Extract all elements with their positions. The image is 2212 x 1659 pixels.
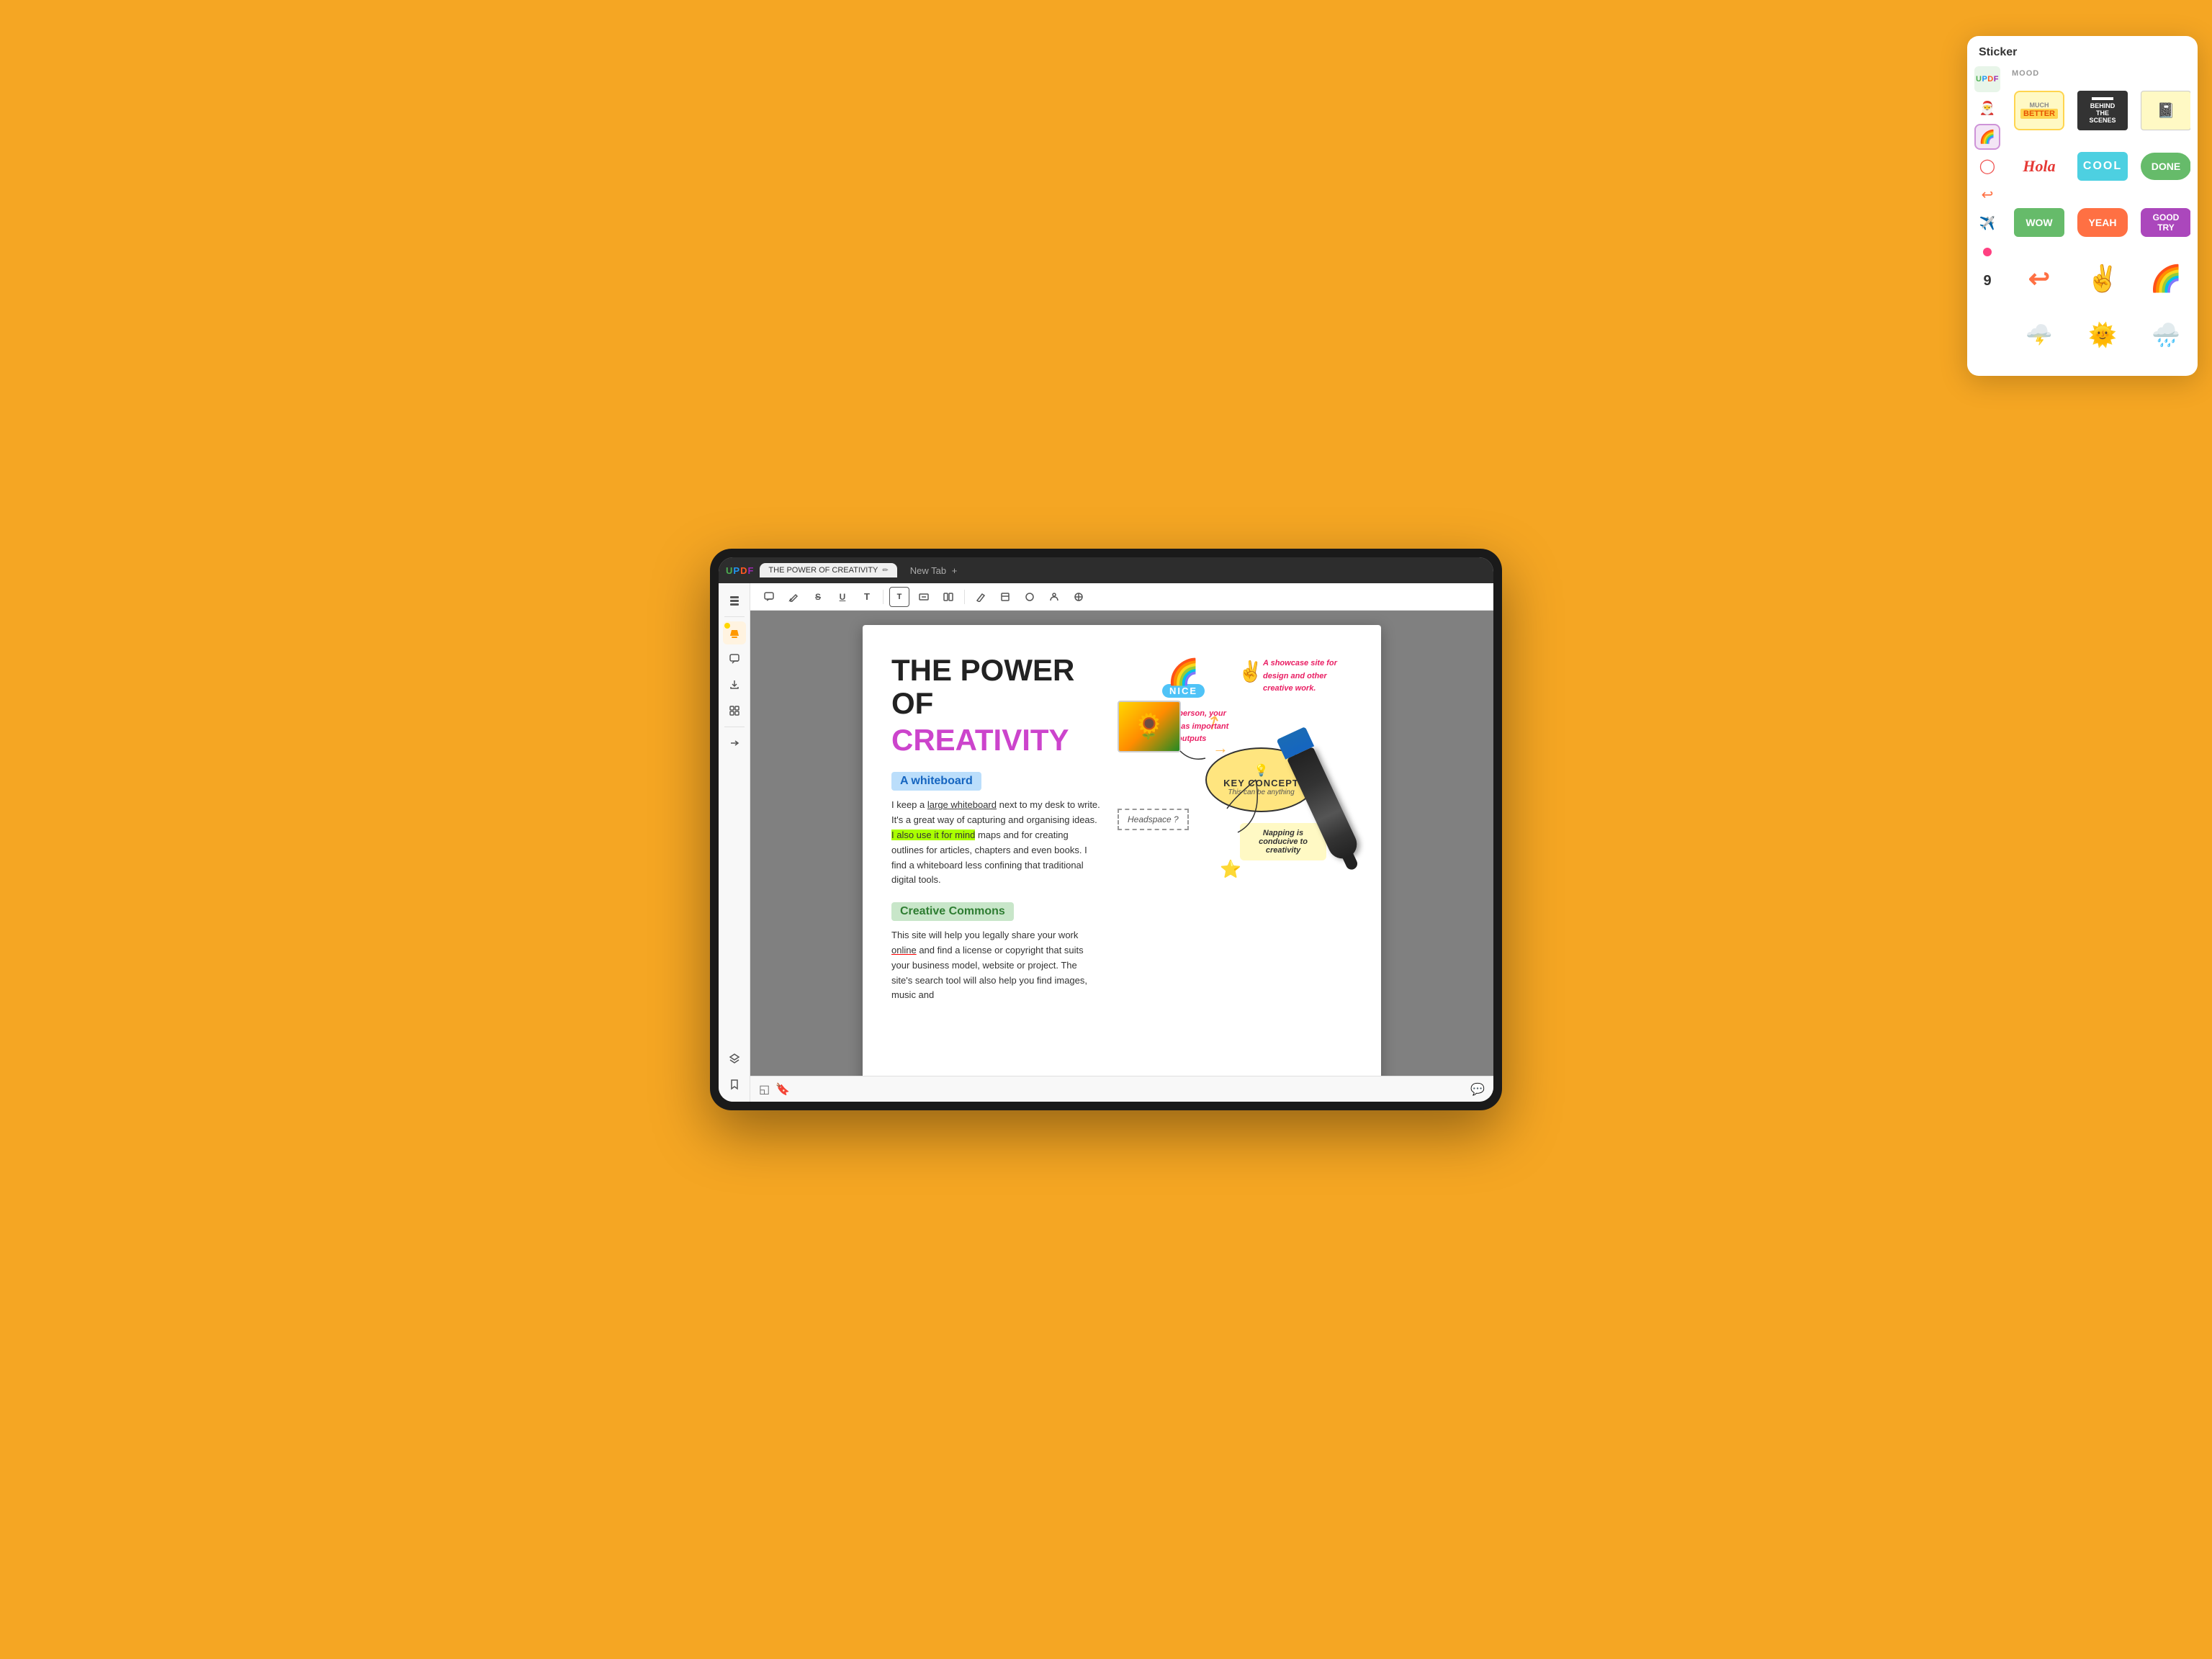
sticker-rainbow-big[interactable]: 🌈 [2137,253,2190,304]
napping-label: Napping is conducive to creativity [1259,829,1308,855]
content-area: S U T T [750,583,1493,1102]
tab-title: THE POWER OF CREATIVITY [768,566,878,575]
toolbar-columns-btn[interactable] [938,587,958,607]
key-concept-cloud: 💡 KEY CONCEPT This can be anything [1205,747,1317,812]
toolbar-person-btn[interactable] [1044,587,1064,607]
toolbar-separator-1 [883,590,884,604]
toolbar: S U T T [750,583,1493,611]
toolbar-markup-btn[interactable] [971,587,991,607]
sticker-cool[interactable]: COOL [2074,141,2131,192]
sticker-sidebar-updf[interactable]: UPDF [1974,66,2000,92]
app-logo: UPDF [726,565,754,576]
key-concept-title: KEY CONCEPT [1223,778,1299,788]
headspace-label: Headspace ? [1128,814,1179,824]
sidebar-item-export[interactable] [723,673,746,696]
section1-heading: A whiteboard [891,772,981,791]
sticker-sidebar-nine[interactable]: 9 [1974,268,2000,294]
peace-sticker: ✌️ [1238,660,1263,683]
sticker-category: MOOD [2006,66,2190,81]
sticker-sidebar-arrow[interactable]: ↩ [1974,181,2000,207]
toolbar-underline-btn[interactable]: U [832,587,853,607]
napping-box: Napping is conducive to creativity [1240,823,1326,860]
new-tab-button[interactable]: New Tab + [903,562,965,579]
toolbar-color-btn[interactable] [1069,587,1089,607]
sticker-sidebar-ring[interactable]: ◯ [1974,153,2000,179]
sidebar-item-layers[interactable] [723,1047,746,1070]
sidebar-item-pages[interactable] [723,589,746,612]
bottom-bar: ◱ 🔖 💬 [750,1076,1493,1102]
sticker-grid: MUCH BETTER BEHIND THE SCENES 📓 [2006,81,2190,369]
headspace-box: Headspace ? [1118,809,1189,830]
sticker-sidebar-dot[interactable] [1974,239,2000,265]
sticker-moon[interactable]: 🌙 [2074,366,2131,369]
pdf-title-line1: THE POWER OF [891,654,1100,720]
add-tab-icon[interactable]: + [952,565,958,576]
tab-edit-icon[interactable]: ✏ [882,567,888,575]
toolbar-shape-btn[interactable] [995,587,1015,607]
sticker-good-try[interactable]: GOODTRY [2137,197,2190,248]
device-frame: UPDF THE POWER OF CREATIVITY ✏ New Tab + [710,549,1502,1110]
layers-icon[interactable]: ◱ [759,1082,770,1097]
toolbar-textfield-btn[interactable] [914,587,934,607]
sidebar-item-organize[interactable] [723,699,746,722]
bottom-left-icons: ◱ 🔖 [759,1082,790,1097]
sticker-peace-big[interactable]: ✌️ [2074,253,2131,304]
sidebar-item-highlight[interactable] [723,621,746,644]
sticker-sun-face[interactable]: 🌞 [2074,310,2131,360]
section2-heading: Creative Commons [891,902,1014,921]
sunflower-image: 🌻 [1118,701,1181,752]
sticker-panel-title: Sticker [1967,36,2198,59]
toolbar-circle-btn[interactable] [1020,587,1040,607]
chat-icon[interactable]: 💬 [1470,1082,1485,1097]
sticker-sidebar-plane[interactable]: ✈️ [1974,210,2000,236]
title-bar: UPDF THE POWER OF CREATIVITY ✏ New Tab + [719,557,1493,583]
sticker-thunder[interactable]: 🌩️ [2010,310,2068,360]
main-layout: S U T T [719,583,1493,1102]
toolbar-strikethrough-btn[interactable]: S [808,587,828,607]
sidebar-item-bookmark[interactable] [723,1073,746,1096]
pdf-title-colored: CREATIVITY [891,723,1100,757]
sticker-content: UPDF 🎅 🌈 ◯ ↩ ✈️ 9 MOOD MUCH BETTER [1967,59,2198,376]
pdf-area[interactable]: THE POWER OF CREATIVITY A whiteboard I k… [750,611,1493,1076]
sticker-much-better[interactable]: MUCH BETTER [2010,85,2068,135]
sticker-grid-area: MOOD MUCH BETTER BEHIND THE SCENES [2006,66,2190,369]
key-concept-sub: This can be anything [1228,788,1294,796]
toolbar-textbox-btn[interactable]: T [889,587,909,607]
pdf-page: THE POWER OF CREATIVITY A whiteboard I k… [863,625,1381,1076]
bottom-right-icons: 💬 [1470,1082,1485,1097]
sidebar-divider [724,616,745,617]
sidebar-item-comment[interactable] [723,647,746,670]
section1-text: I keep a large whiteboard next to my des… [891,798,1100,888]
sticker-notepad[interactable]: 📓 [2137,85,2190,135]
star-icon: ⭐ [1220,859,1241,880]
nice-sticker[interactable]: 🌈 NICE [1162,657,1205,698]
showcase-text: A showcase site fordesign and othercreat… [1263,657,1337,696]
sticker-hola[interactable]: Hola [2010,141,2068,192]
toolbar-text-btn[interactable]: T [857,587,877,607]
bookmark-icon[interactable]: 🔖 [775,1082,790,1097]
toolbar-separator-2 [964,590,965,604]
sticker-title-text: Sticker [1979,46,2017,58]
sticker-yeah[interactable]: YEAH [2074,197,2131,248]
sticker-sidebar: UPDF 🎅 🌈 ◯ ↩ ✈️ 9 [1974,66,2000,369]
sticker-behind-scenes[interactable]: BEHIND THE SCENES [2074,85,2131,135]
toolbar-comment-btn[interactable] [759,587,779,607]
left-sidebar [719,583,750,1102]
sticker-nine-big[interactable]: 9 [2010,366,2068,369]
sticker-sidebar-rainbow[interactable]: 🌈 [1974,124,2000,150]
sticker-cloud-cry[interactable]: 🌧️ [2137,310,2190,360]
sticker-sidebar-santa[interactable]: 🎅 [1974,95,2000,121]
toolbar-pen-btn[interactable] [783,587,804,607]
device-screen: UPDF THE POWER OF CREATIVITY ✏ New Tab + [719,557,1493,1102]
sticker-done[interactable]: DONE [2137,141,2190,192]
new-tab-label: New Tab [910,565,946,576]
sticker-arrow-big[interactable]: ↩ [2010,253,2068,304]
sidebar-item-convert[interactable] [723,732,746,755]
sticker-panel: Sticker UPDF 🎅 🌈 ◯ ↩ ✈️ 9 MOOD [1967,36,2198,376]
sticker-wow[interactable]: WOW [2010,197,2068,248]
section2-text: This site will help you legally share yo… [891,928,1100,1003]
active-tab[interactable]: THE POWER OF CREATIVITY ✏ [760,563,896,577]
